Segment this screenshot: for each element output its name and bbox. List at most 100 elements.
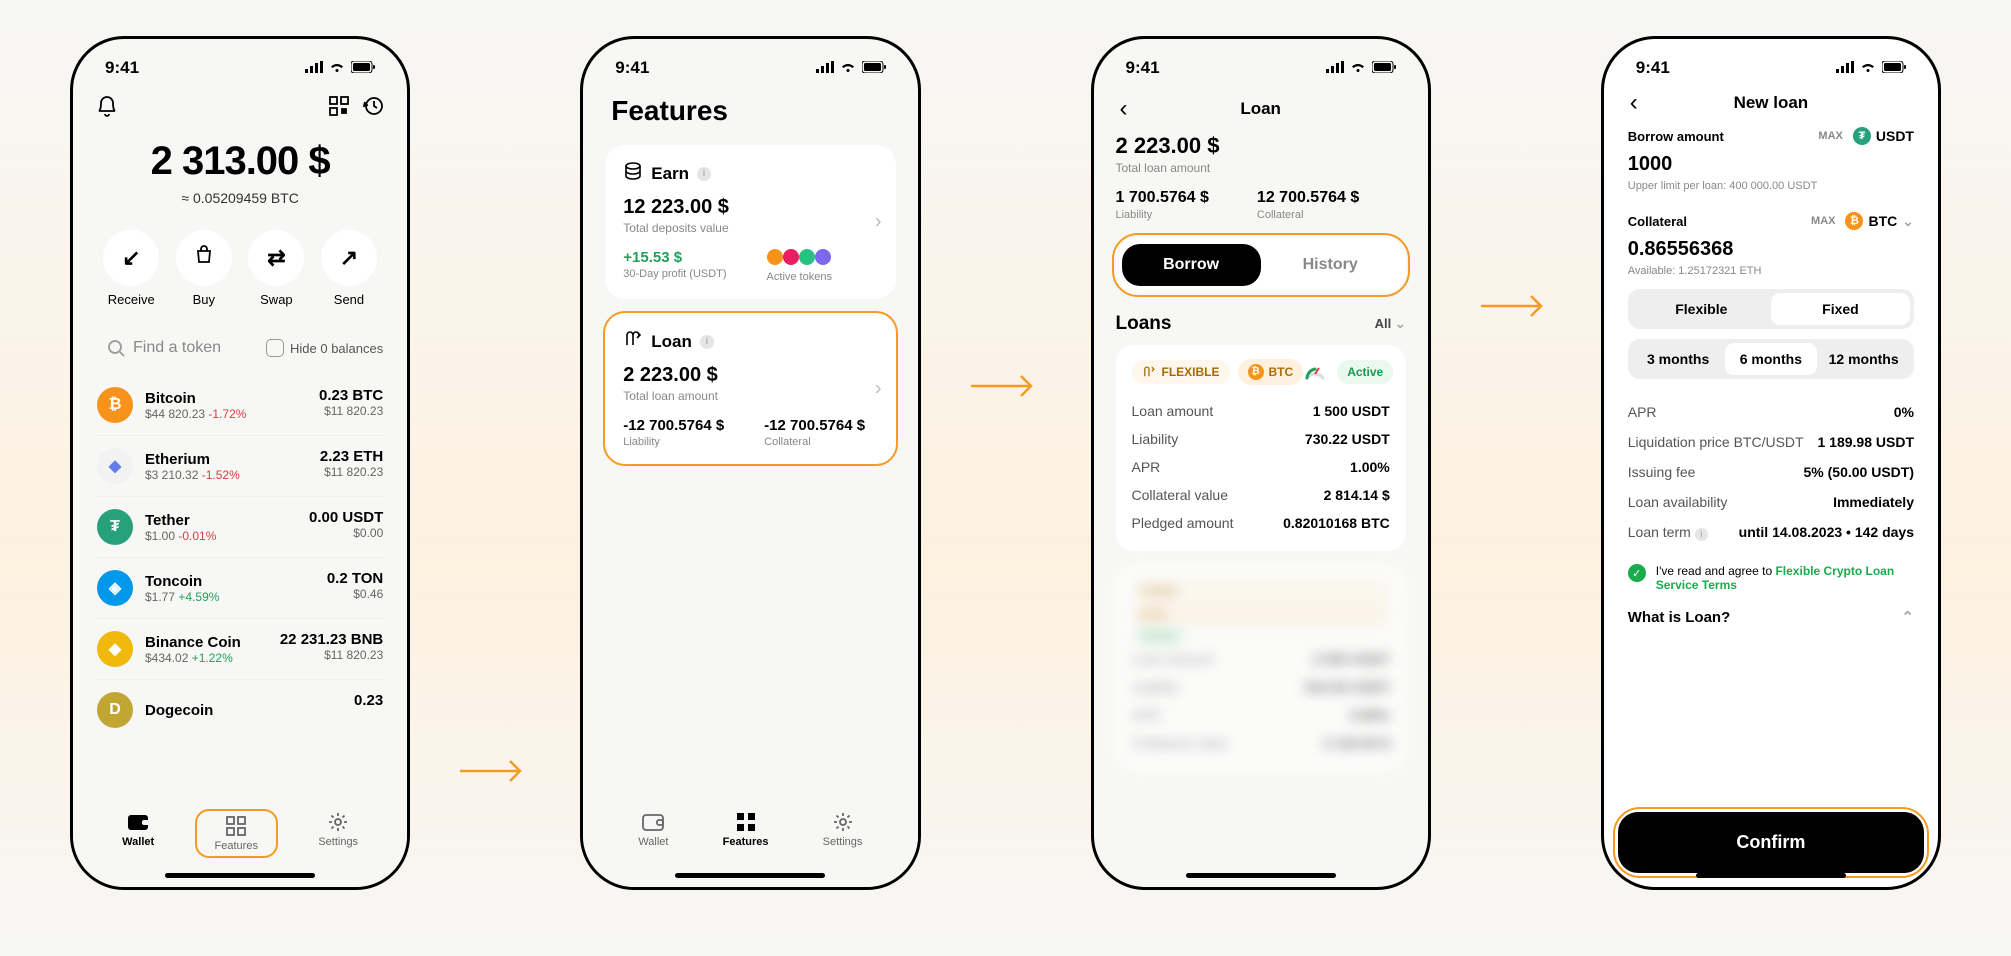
borrow-button[interactable]: Borrow <box>1122 244 1261 286</box>
token-row[interactable]: ₿ Bitcoin $44 820.23 -1.72% 0.23 BTC$11 … <box>95 375 385 436</box>
currency-btc[interactable]: ₿ BTC ⌄ <box>1845 212 1914 230</box>
grid-icon <box>735 811 757 833</box>
action-swap[interactable]: ⇄ Swap <box>248 230 304 307</box>
grid-icon <box>225 815 247 837</box>
back-icon[interactable]: ‹ <box>1630 89 1638 117</box>
collateral-label: Collateral MAX ₿ BTC ⌄ <box>1628 212 1914 230</box>
search-row: Find a token Hide 0 balances <box>95 331 385 365</box>
tab-settings[interactable]: Settings <box>823 811 863 848</box>
token-row[interactable]: ₮ Tether $1.00 -0.01% 0.00 USDT$0.00 <box>95 497 385 558</box>
status-bar: 9:41 <box>597 53 903 83</box>
term-3m[interactable]: 3 months <box>1632 343 1725 375</box>
action-buy[interactable]: Buy <box>176 230 232 307</box>
term-12m[interactable]: 12 months <box>1817 343 1910 375</box>
swap-icon: ⇄ <box>267 245 285 271</box>
loan-details: APR0% Liquidation price BTC/USDT1 189.98… <box>1628 397 1914 548</box>
battery-icon <box>351 58 375 78</box>
battery-icon <box>862 58 886 78</box>
wifi-icon <box>1860 58 1876 78</box>
info-icon: i <box>697 167 711 181</box>
agree-checkbox[interactable]: ✓ I've read and agree to Flexible Crypto… <box>1628 554 1914 602</box>
bell-icon[interactable] <box>97 95 117 123</box>
loan-icon <box>1142 365 1156 379</box>
filter-all[interactable]: All ⌄ <box>1375 316 1406 332</box>
collateral-input[interactable] <box>1628 238 1914 261</box>
qr-icon[interactable] <box>329 96 349 122</box>
tab-features[interactable]: Features <box>197 811 276 856</box>
signal-icon <box>1836 58 1854 78</box>
btc-chip: ₿ BTC <box>1238 359 1304 385</box>
dogecoin-icon: D <box>97 692 133 728</box>
term-6m[interactable]: 6 months <box>1725 343 1818 375</box>
loan-card[interactable]: Loan i 2 223.00 $ Total loan amount -12 … <box>605 313 895 464</box>
seg-flexible[interactable]: Flexible <box>1632 293 1771 325</box>
battery-icon <box>1882 58 1906 78</box>
action-send[interactable]: ↗ Send <box>321 230 377 307</box>
bitcoin-icon: ₿ <box>1248 364 1264 380</box>
find-token-input[interactable]: Find a token <box>97 331 256 365</box>
tab-wallet[interactable]: Wallet <box>638 811 668 848</box>
token-row[interactable]: ◈ Toncoin $1.77 +4.59% 0.2 TON$0.46 <box>95 558 385 619</box>
ethereum-icon: ◆ <box>97 448 133 484</box>
signal-icon <box>1326 58 1344 78</box>
wifi-icon <box>329 58 345 78</box>
flow-arrow-icon <box>460 756 530 791</box>
flow-arrow-icon <box>1481 291 1551 326</box>
wallet-icon <box>126 811 150 833</box>
coins-icon <box>623 161 643 186</box>
gear-icon <box>327 811 349 833</box>
status-bar: 9:41 <box>1618 53 1924 83</box>
flex-fixed-segment: Flexible Fixed <box>1628 289 1914 329</box>
borrow-amount-input[interactable] <box>1628 153 1914 176</box>
confirm-button[interactable]: Confirm <box>1618 812 1924 873</box>
header: ‹ Loan <box>1116 93 1406 133</box>
token-row[interactable]: ◆ Etherium $3 210.32 -1.52% 2.23 ETH$11 … <box>95 436 385 497</box>
tab-features[interactable]: Features <box>723 811 769 848</box>
wallet-content: 2 313.00 $ ≈ 0.05209459 BTC ↙ Receive Bu… <box>87 83 393 789</box>
balance-block: 2 313.00 $ ≈ 0.05209459 BTC <box>95 139 385 206</box>
loan-item-blurred: FIXED ETH Active Loan amount2 000 USDT L… <box>1116 565 1406 771</box>
home-indicator <box>1186 873 1336 878</box>
loan-item[interactable]: FLEXIBLE ₿ BTC Active Loan amount1 500 U… <box>1116 345 1406 551</box>
currency-usdt[interactable]: ₮ USDT <box>1853 127 1914 145</box>
status-time: 9:41 <box>1126 58 1160 78</box>
info-icon: i <box>700 335 714 349</box>
search-icon <box>107 339 125 357</box>
status-bar: 9:41 <box>1108 53 1414 83</box>
battery-icon <box>1372 58 1396 78</box>
status-bar: 9:41 <box>87 53 393 83</box>
home-indicator <box>675 873 825 878</box>
home-indicator <box>1696 873 1846 878</box>
max-button[interactable]: MAX <box>1818 130 1842 142</box>
max-button[interactable]: MAX <box>1811 215 1835 227</box>
features-content: Features Earn i 12 223.00 $ Total deposi… <box>597 83 903 789</box>
status-indicators <box>1836 58 1906 78</box>
faq-what-is-loan[interactable]: What is Loan? ⌃ <box>1628 608 1914 626</box>
signal-icon <box>816 58 834 78</box>
bag-icon <box>194 245 214 271</box>
history-icon[interactable] <box>363 96 383 122</box>
action-receive[interactable]: ↙ Receive <box>103 230 159 307</box>
new-loan-content: ‹ New loan Borrow amount MAX ₮ USDT Uppe… <box>1618 83 1924 783</box>
active-chip: Active <box>1337 360 1393 384</box>
gear-icon <box>832 811 854 833</box>
earn-card[interactable]: Earn i 12 223.00 $ Total deposits value … <box>605 145 895 299</box>
borrow-amount-label: Borrow amount MAX ₮ USDT <box>1628 127 1914 145</box>
seg-fixed[interactable]: Fixed <box>1771 293 1910 325</box>
status-indicators <box>305 58 375 78</box>
active-token-icons <box>767 249 832 269</box>
token-row[interactable]: D Dogecoin 0.23 <box>95 680 385 740</box>
back-icon[interactable]: ‹ <box>1120 95 1128 123</box>
phone-features: 9:41 Features Earn i 12 223.00 $ Total d… <box>580 36 920 890</box>
tab-wallet[interactable]: Wallet <box>122 811 154 848</box>
wallet-topbar <box>95 93 385 131</box>
tab-settings[interactable]: Settings <box>318 811 358 848</box>
signal-icon <box>305 58 323 78</box>
hide-zero-toggle[interactable]: Hide 0 balances <box>266 339 383 357</box>
wallet-icon <box>641 811 665 833</box>
token-row[interactable]: ◆ Binance Coin $434.02 +1.22% 22 231.23 … <box>95 619 385 680</box>
status-time: 9:41 <box>1636 58 1670 78</box>
history-button[interactable]: History <box>1261 244 1400 286</box>
wifi-icon <box>840 58 856 78</box>
chevron-down-icon: ⌄ <box>1395 316 1406 331</box>
